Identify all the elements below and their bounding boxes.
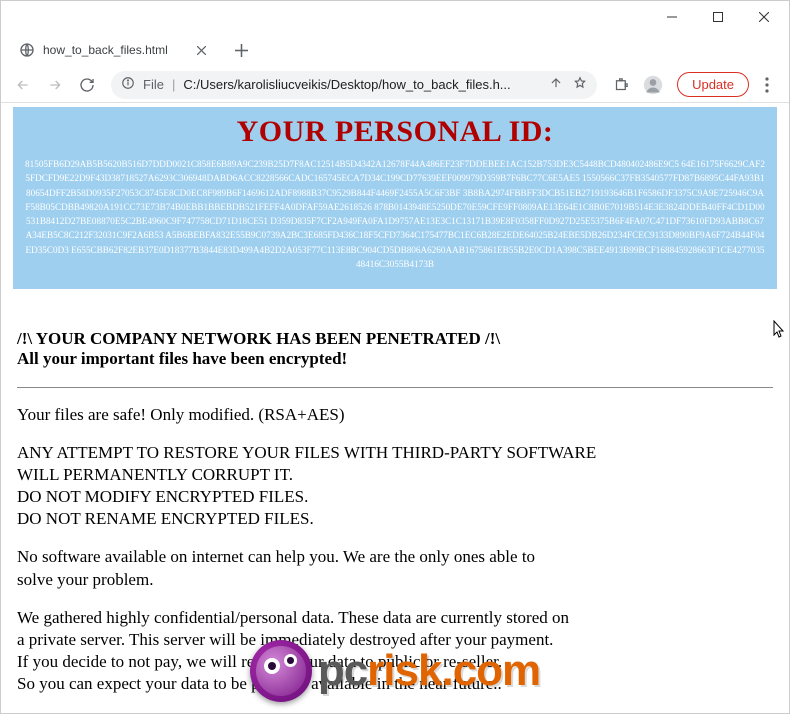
reload-button[interactable] xyxy=(73,71,101,99)
safe-line: Your files are safe! Only modified. (RSA… xyxy=(17,404,773,426)
text-line: No software available on internet can he… xyxy=(17,546,773,568)
text-line: WILL PERMANENTLY CORRUPT IT. xyxy=(17,464,773,486)
text-line: If you decide to not pay, we will releas… xyxy=(17,651,773,673)
share-icon[interactable] xyxy=(549,76,563,93)
threat-block-1: ANY ATTEMPT TO RESTORE YOUR FILES WITH T… xyxy=(17,442,773,530)
extensions-icon[interactable] xyxy=(607,71,635,99)
address-path: C:/Users/karolisliucveikis/Desktop/how_t… xyxy=(183,77,541,92)
text-line: We only seek money and our goal is not t… xyxy=(17,711,773,713)
tab-close-icon[interactable] xyxy=(193,42,209,58)
hex-line: 81505FB6D29AB5B5620B516D7DDD0021C858E6B8… xyxy=(25,159,679,169)
personal-id-box: YOUR PERSONAL ID: 81505FB6D29AB5B5620B51… xyxy=(13,107,777,289)
threat-block-3: We gathered highly confidential/personal… xyxy=(17,607,773,695)
profile-avatar[interactable] xyxy=(639,71,667,99)
info-icon[interactable] xyxy=(121,76,135,93)
address-separator: | xyxy=(172,77,175,92)
forward-button[interactable] xyxy=(41,71,69,99)
warning-line-2: All your important files have been encry… xyxy=(17,349,773,369)
warning-line-1: /!\ YOUR COMPANY NETWORK HAS BEEN PENETR… xyxy=(17,329,773,349)
address-bar[interactable]: File | C:/Users/karolisliucveikis/Deskto… xyxy=(111,71,597,99)
text-line: solve your problem. xyxy=(17,569,773,591)
update-button[interactable]: Update xyxy=(677,72,749,97)
window-titlebar xyxy=(1,1,789,33)
ransom-note-body: /!\ YOUR COMPANY NETWORK HAS BEEN PENETR… xyxy=(13,329,777,713)
separator xyxy=(17,387,773,388)
star-icon[interactable] xyxy=(573,76,587,93)
text-line: ANY ATTEMPT TO RESTORE YOUR FILES WITH T… xyxy=(17,442,773,464)
back-button[interactable] xyxy=(9,71,37,99)
menu-button[interactable] xyxy=(753,71,781,99)
address-scheme: File xyxy=(143,77,164,92)
personal-id-title: YOUR PERSONAL ID: xyxy=(25,115,765,149)
browser-tab[interactable]: how_to_back_files.html xyxy=(9,36,219,64)
page-content[interactable]: YOUR PERSONAL ID: 81505FB6D29AB5B5620B51… xyxy=(1,103,789,713)
tab-strip: how_to_back_files.html xyxy=(1,33,789,67)
minimize-button[interactable] xyxy=(649,2,695,32)
page-icon xyxy=(19,42,35,58)
text-line: DO NOT RENAME ENCRYPTED FILES. xyxy=(17,508,773,530)
text-line: DO NOT MODIFY ENCRYPTED FILES. xyxy=(17,486,773,508)
close-window-button[interactable] xyxy=(741,2,787,32)
maximize-button[interactable] xyxy=(695,2,741,32)
new-tab-button[interactable] xyxy=(227,36,255,64)
viewport: YOUR PERSONAL ID: 81505FB6D29AB5B5620B51… xyxy=(1,103,789,713)
text-line: We gathered highly confidential/personal… xyxy=(17,607,773,629)
hex-line: E655CBB62F82EB37E0D18377B3844E83D499A4B2… xyxy=(71,245,764,269)
threat-block-2: No software available on internet can he… xyxy=(17,546,773,590)
toolbar: File | C:/Users/karolisliucveikis/Deskto… xyxy=(1,67,789,103)
text-line: So you can expect your data to be public… xyxy=(17,673,773,695)
tab-title: how_to_back_files.html xyxy=(43,43,168,57)
threat-block-4: We only seek money and our goal is not t… xyxy=(17,711,773,713)
text-line: a private server. This server will be im… xyxy=(17,629,773,651)
browser-window: how_to_back_files.html File | C:/Users/k… xyxy=(0,0,790,714)
address-actions xyxy=(549,76,587,93)
window-controls xyxy=(649,2,787,32)
personal-id-hex: 81505FB6D29AB5B5620B516D7DDD0021C858E6B8… xyxy=(25,157,765,271)
